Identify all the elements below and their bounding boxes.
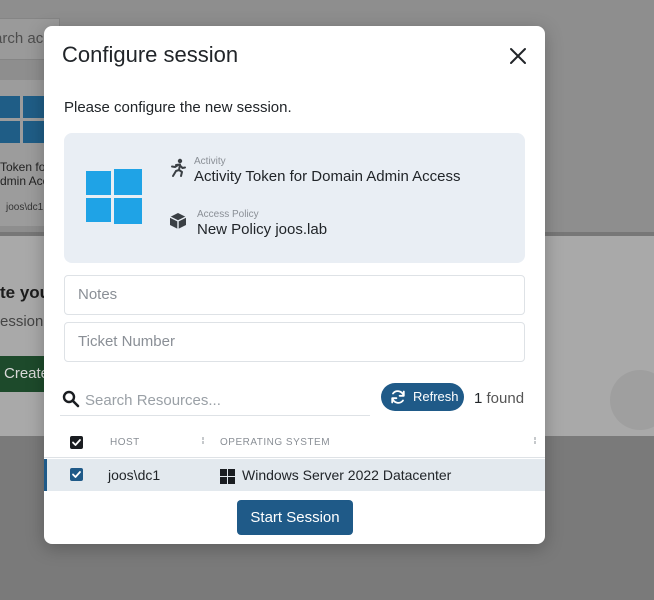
activity-value: Activity Token for Domain Admin Access <box>194 168 461 185</box>
sort-icon[interactable] <box>201 437 205 447</box>
dialog-title: Configure session <box>62 42 239 67</box>
os-cell: Windows Server 2022 Datacenter <box>242 467 452 483</box>
windows-icon <box>220 469 235 484</box>
configure-session-dialog: Configure session Please configure the n… <box>44 26 545 544</box>
ticket-number-field[interactable]: Ticket Number <box>64 322 525 362</box>
session-info-box: Activity Activity Token for Domain Admin… <box>64 133 525 263</box>
running-person-icon <box>171 158 186 177</box>
activity-label: Activity <box>194 156 226 167</box>
table-row[interactable]: joos\dc1 Windows Server 2022 Datacenter <box>44 459 545 491</box>
background-heading: te you <box>0 283 51 302</box>
refresh-button[interactable]: Refresh <box>381 383 464 411</box>
host-cell: joos\dc1 <box>108 467 161 483</box>
found-number: 1 <box>474 390 483 407</box>
search-resources-input[interactable] <box>85 389 365 411</box>
row-checkbox[interactable] <box>70 468 83 481</box>
close-icon <box>510 48 526 64</box>
found-count: 1 found <box>474 390 524 407</box>
windows-logo-icon <box>86 169 142 225</box>
sort-icon[interactable] <box>533 437 537 447</box>
notes-field[interactable]: Notes <box>64 275 525 315</box>
check-icon <box>72 471 81 478</box>
found-label: found <box>486 390 525 407</box>
box-icon <box>169 213 187 229</box>
access-policy-value: New Policy joos.lab <box>197 221 328 238</box>
start-session-button[interactable]: Start Session <box>237 500 353 535</box>
column-header-os[interactable]: OPERATING SYSTEM <box>220 437 330 448</box>
column-header-host[interactable]: HOST <box>110 437 140 448</box>
background-create-button: Create <box>0 356 50 392</box>
refresh-label: Refresh <box>413 389 459 404</box>
resource-search <box>60 386 370 416</box>
check-icon <box>72 439 81 446</box>
background-card-title: Token for <box>0 160 50 174</box>
table-header: HOST OPERATING SYSTEM <box>44 428 545 458</box>
background-subtext: ession <box>0 313 44 330</box>
dialog-intro-text: Please configure the new session. <box>64 99 292 116</box>
select-all-checkbox[interactable] <box>70 436 83 449</box>
close-button[interactable] <box>506 44 530 68</box>
background-card-host: joos\dc1 <box>6 202 44 213</box>
search-icon <box>62 390 80 408</box>
access-policy-label: Access Policy <box>197 209 259 220</box>
refresh-icon <box>391 390 405 404</box>
background-windows-logo <box>0 96 44 144</box>
